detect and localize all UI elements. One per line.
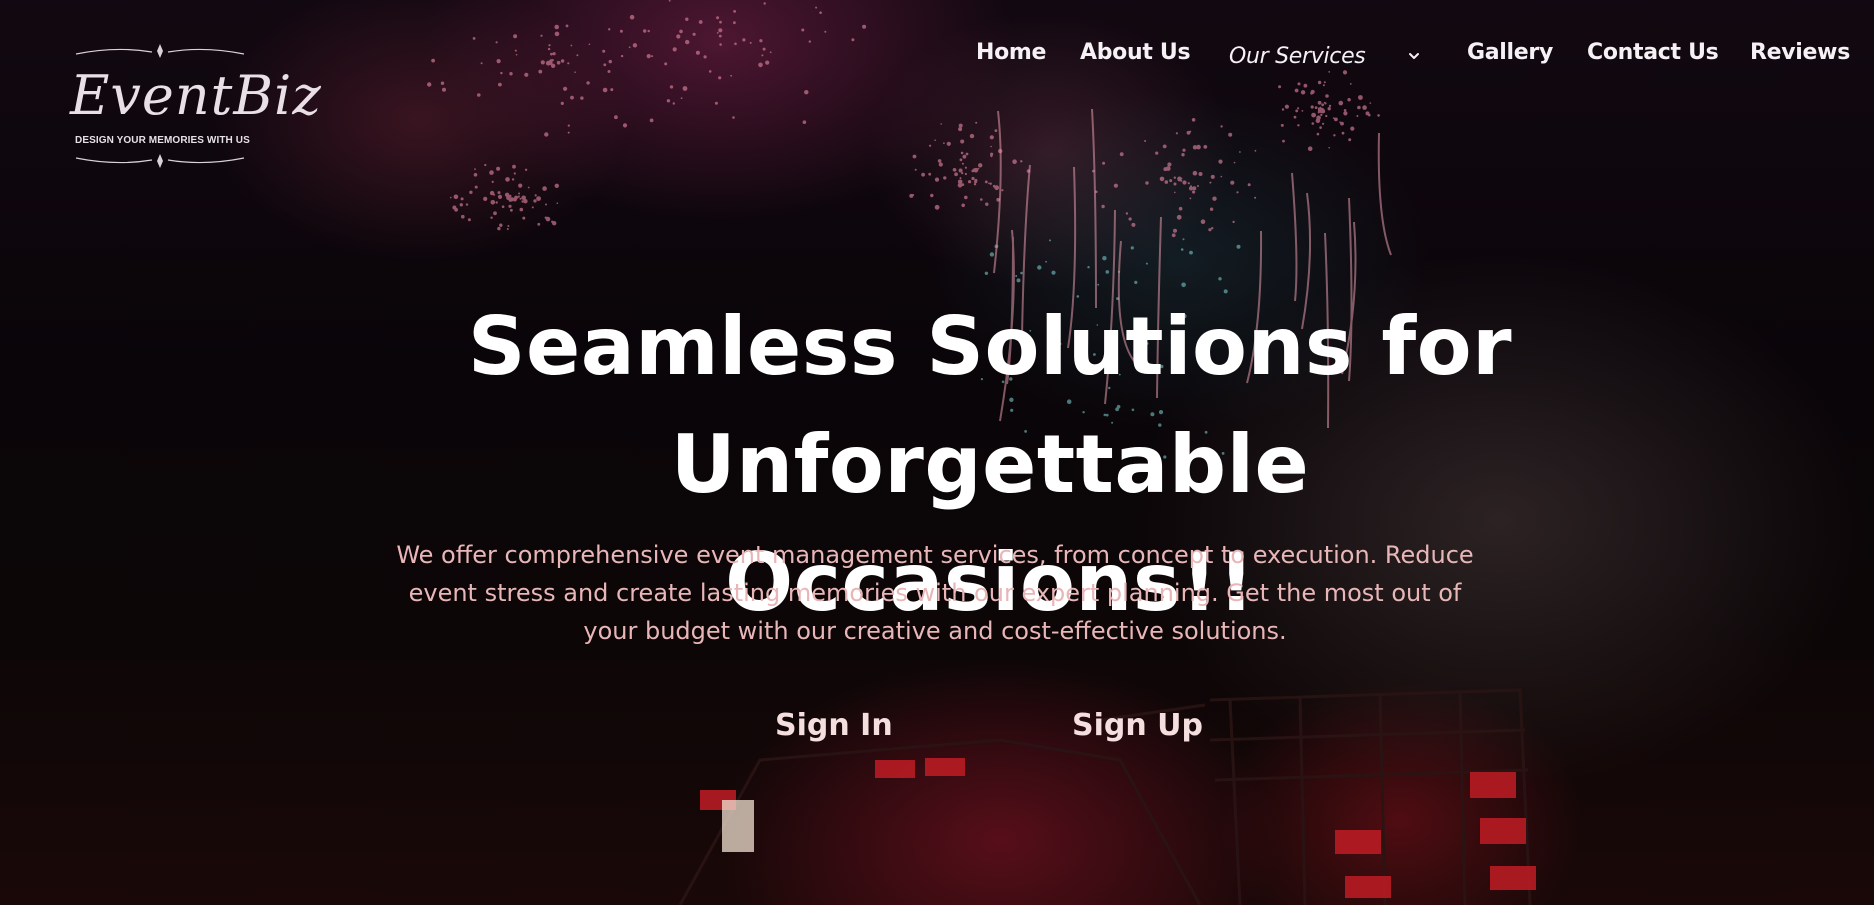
nav-item-our-services[interactable]: Our Services <box>1229 44 1366 69</box>
sign-up-button[interactable]: Sign Up <box>1072 708 1203 743</box>
hero-description-line-2: event stress and create lasting memories… <box>408 579 1462 607</box>
chevron-down-icon[interactable] <box>1406 48 1422 64</box>
logo-ornament-bottom-icon <box>75 154 245 168</box>
hero-description-line-1: We offer comprehensive event management … <box>396 541 1474 569</box>
logo-tagline: DESIGN YOUR MEMORIES WITH US <box>75 135 250 146</box>
main-navigation: Home About Us Our Services Gallery Conta… <box>0 38 1874 78</box>
hero-description-line-3: your budget with our creative and cost-e… <box>583 617 1287 645</box>
nav-item-reviews[interactable]: Reviews <box>1750 40 1850 65</box>
nav-item-gallery[interactable]: Gallery <box>1467 40 1553 65</box>
hero-heading-line-1: Seamless Solutions for Unforgettable <box>467 300 1513 511</box>
nav-item-about-us[interactable]: About Us <box>1080 40 1191 65</box>
hero-description: We offer comprehensive event management … <box>345 536 1525 650</box>
nav-item-contact-us[interactable]: Contact Us <box>1587 40 1719 65</box>
nav-item-home[interactable]: Home <box>976 40 1046 65</box>
hero-section: EventBiz DESIGN YOUR MEMORIES WITH US Ho… <box>0 0 1874 905</box>
sign-in-button[interactable]: Sign In <box>775 708 893 743</box>
